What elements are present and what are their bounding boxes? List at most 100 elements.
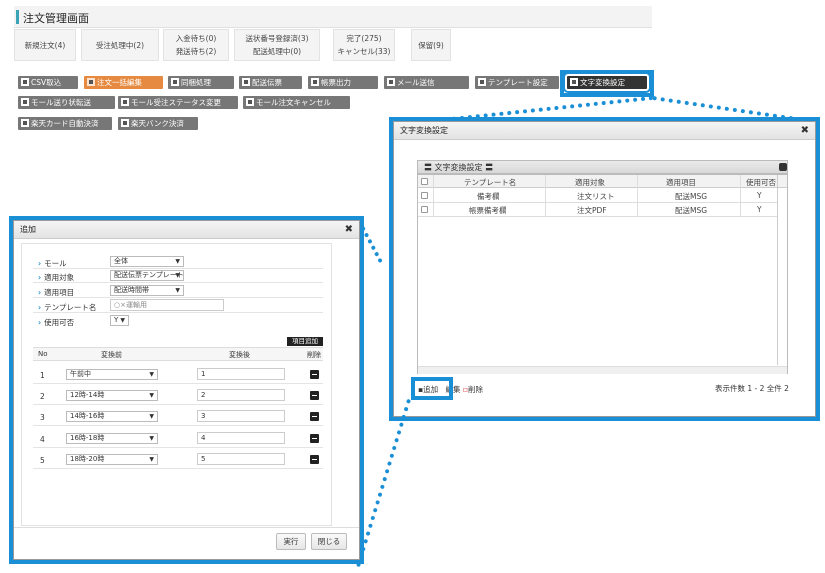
status-icon [121, 98, 129, 106]
template-name-input[interactable]: ○×運輸用 [110, 299, 224, 311]
mail-icon [387, 78, 395, 86]
col-no: No [38, 350, 48, 358]
button-label: モール送り状転送 [31, 98, 91, 107]
edit-icon [87, 78, 95, 86]
highlight-frame [560, 70, 654, 97]
tab-processing[interactable]: 受注処理中(2) [81, 29, 159, 61]
chevron-down-icon: ▼ [149, 456, 154, 463]
target-select[interactable]: 配送伝票テンプレート ▼ [110, 270, 184, 281]
col-delete: 削除 [307, 351, 321, 359]
divider [33, 268, 323, 269]
mall-cancel-button[interactable]: モール注文キャンセル [243, 96, 350, 109]
tab-label: 完了(275) [346, 34, 382, 43]
chevron-down-icon: ▼ [175, 287, 180, 294]
send-mail-button[interactable]: メール送信 [384, 76, 469, 89]
label-text: 適用項目 [44, 288, 75, 297]
delete-row-icon[interactable] [310, 370, 319, 379]
select-all-checkbox[interactable] [421, 178, 428, 185]
shipping-slip-button[interactable]: 配送伝票 [239, 76, 302, 89]
execute-button[interactable]: 実行 [276, 533, 306, 550]
cell-item: 配送MSG [675, 192, 708, 201]
tab-complete-cancel[interactable]: 完了(275) キャンセル(33) [333, 29, 395, 61]
before-select[interactable]: 午前中 ▼ [66, 369, 158, 380]
rakuten-bank-button[interactable]: 楽天バンク決済 [118, 117, 198, 130]
report-icon [311, 78, 319, 86]
col-target: 適用対象 [575, 178, 605, 187]
row-checkbox[interactable] [421, 206, 428, 213]
col-after: 変換後 [229, 351, 250, 359]
delete-button[interactable]: ▫削除 [463, 385, 483, 394]
divider [33, 312, 323, 313]
close-icon[interactable]: ✖ [801, 122, 809, 140]
col-before: 変換前 [101, 351, 122, 359]
record-count: 表示件数 1 - 2 全件 2 [715, 384, 789, 393]
add-item-button[interactable]: 項目追加 [287, 337, 323, 346]
delete-row-icon[interactable] [310, 412, 319, 421]
csv-import-button[interactable]: CSV取込 [18, 76, 78, 89]
template-settings-button[interactable]: テンプレート設定 [475, 76, 559, 89]
button-label: テンプレート設定 [488, 78, 548, 87]
before-select[interactable]: 16時-18時 ▼ [66, 433, 158, 444]
divider [33, 404, 323, 405]
collapse-icon[interactable] [779, 163, 787, 171]
tab-label: 送状番号登録済(3) [245, 34, 309, 43]
button-label: 楽天バンク決済 [131, 119, 184, 128]
button-label: 注文一括編集 [97, 78, 142, 87]
tab-payment-shipping[interactable]: 入金待ち(0) 発送待ち(2) [163, 29, 229, 61]
arrow-icon: › [38, 273, 42, 282]
before-select[interactable]: 14時-16時 ▼ [66, 411, 158, 422]
select-value: 午前中 [70, 370, 91, 378]
button-label: 帳票出力 [321, 78, 351, 87]
bank-icon [121, 119, 129, 127]
divider [33, 297, 323, 298]
after-input[interactable]: 1 [197, 368, 285, 380]
before-select[interactable]: 18時-20時 ▼ [66, 454, 158, 465]
delete-row-icon[interactable] [310, 434, 319, 443]
tab-tracking-registered[interactable]: 送状番号登録済(3) 配送処理中(0) [234, 29, 320, 61]
close-icon[interactable]: ✖ [345, 221, 353, 239]
bundle-button[interactable]: 同梱処理 [168, 76, 234, 89]
bulk-edit-button[interactable]: 注文一括編集 [84, 76, 163, 89]
rakuten-card-button[interactable]: 楽天カード自動決済 [18, 117, 112, 130]
chevron-down-icon: ▼ [149, 435, 154, 442]
after-input[interactable]: 3 [197, 410, 285, 422]
after-input[interactable]: 4 [197, 432, 285, 444]
label-text: 適用対象 [44, 273, 75, 282]
page-header: 注文管理画面 [14, 6, 652, 28]
divider [33, 425, 323, 426]
card-icon [21, 119, 29, 127]
usable-select[interactable]: Y ▼ [110, 315, 129, 326]
arrow-icon: › [38, 288, 42, 297]
select-value: 12時-14時 [70, 391, 105, 399]
divider [33, 468, 323, 469]
divider [14, 527, 359, 528]
before-select[interactable]: 12時-14時 ▼ [66, 390, 158, 401]
chevron-down-icon: ▼ [149, 392, 154, 399]
button-label: CSV取込 [31, 78, 62, 87]
chevron-down-icon: ▼ [175, 272, 180, 279]
mall-select[interactable]: 全体 ▼ [110, 256, 184, 267]
tab-label: 発送待ち(2) [175, 47, 217, 56]
after-input[interactable]: 5 [197, 453, 285, 465]
delete-row-icon[interactable] [310, 455, 319, 464]
tab-label: 入金待ち(0) [175, 34, 217, 43]
row-checkbox[interactable] [421, 192, 428, 199]
mall-status-change-button[interactable]: モール受注ステータス変更 [118, 96, 238, 109]
grid-title: 〓 文字変換設定 〓 [417, 160, 788, 174]
close-button[interactable]: 閉じる [311, 533, 347, 550]
row-no: 5 [40, 456, 45, 465]
after-input[interactable]: 2 [197, 389, 285, 401]
tab-new-orders[interactable]: 新規注文(4) [14, 29, 76, 61]
cell-usable: Y [757, 191, 762, 200]
grid-scrollbar[interactable] [777, 175, 778, 365]
report-output-button[interactable]: 帳票出力 [308, 76, 378, 89]
horizontal-scrollbar[interactable] [418, 366, 787, 374]
item-select[interactable]: 配送時間帯 ▼ [110, 285, 184, 296]
tab-on-hold[interactable]: 保留(9) [411, 29, 451, 61]
delete-row-icon[interactable] [310, 391, 319, 400]
csv-icon [21, 78, 29, 86]
mall-slip-transfer-button[interactable]: モール送り状転送 [18, 96, 115, 109]
button-label: モール受注ステータス変更 [131, 98, 221, 107]
field-usable-label: › 使用可否 [38, 317, 74, 328]
chevron-down-icon: ▼ [120, 317, 125, 324]
